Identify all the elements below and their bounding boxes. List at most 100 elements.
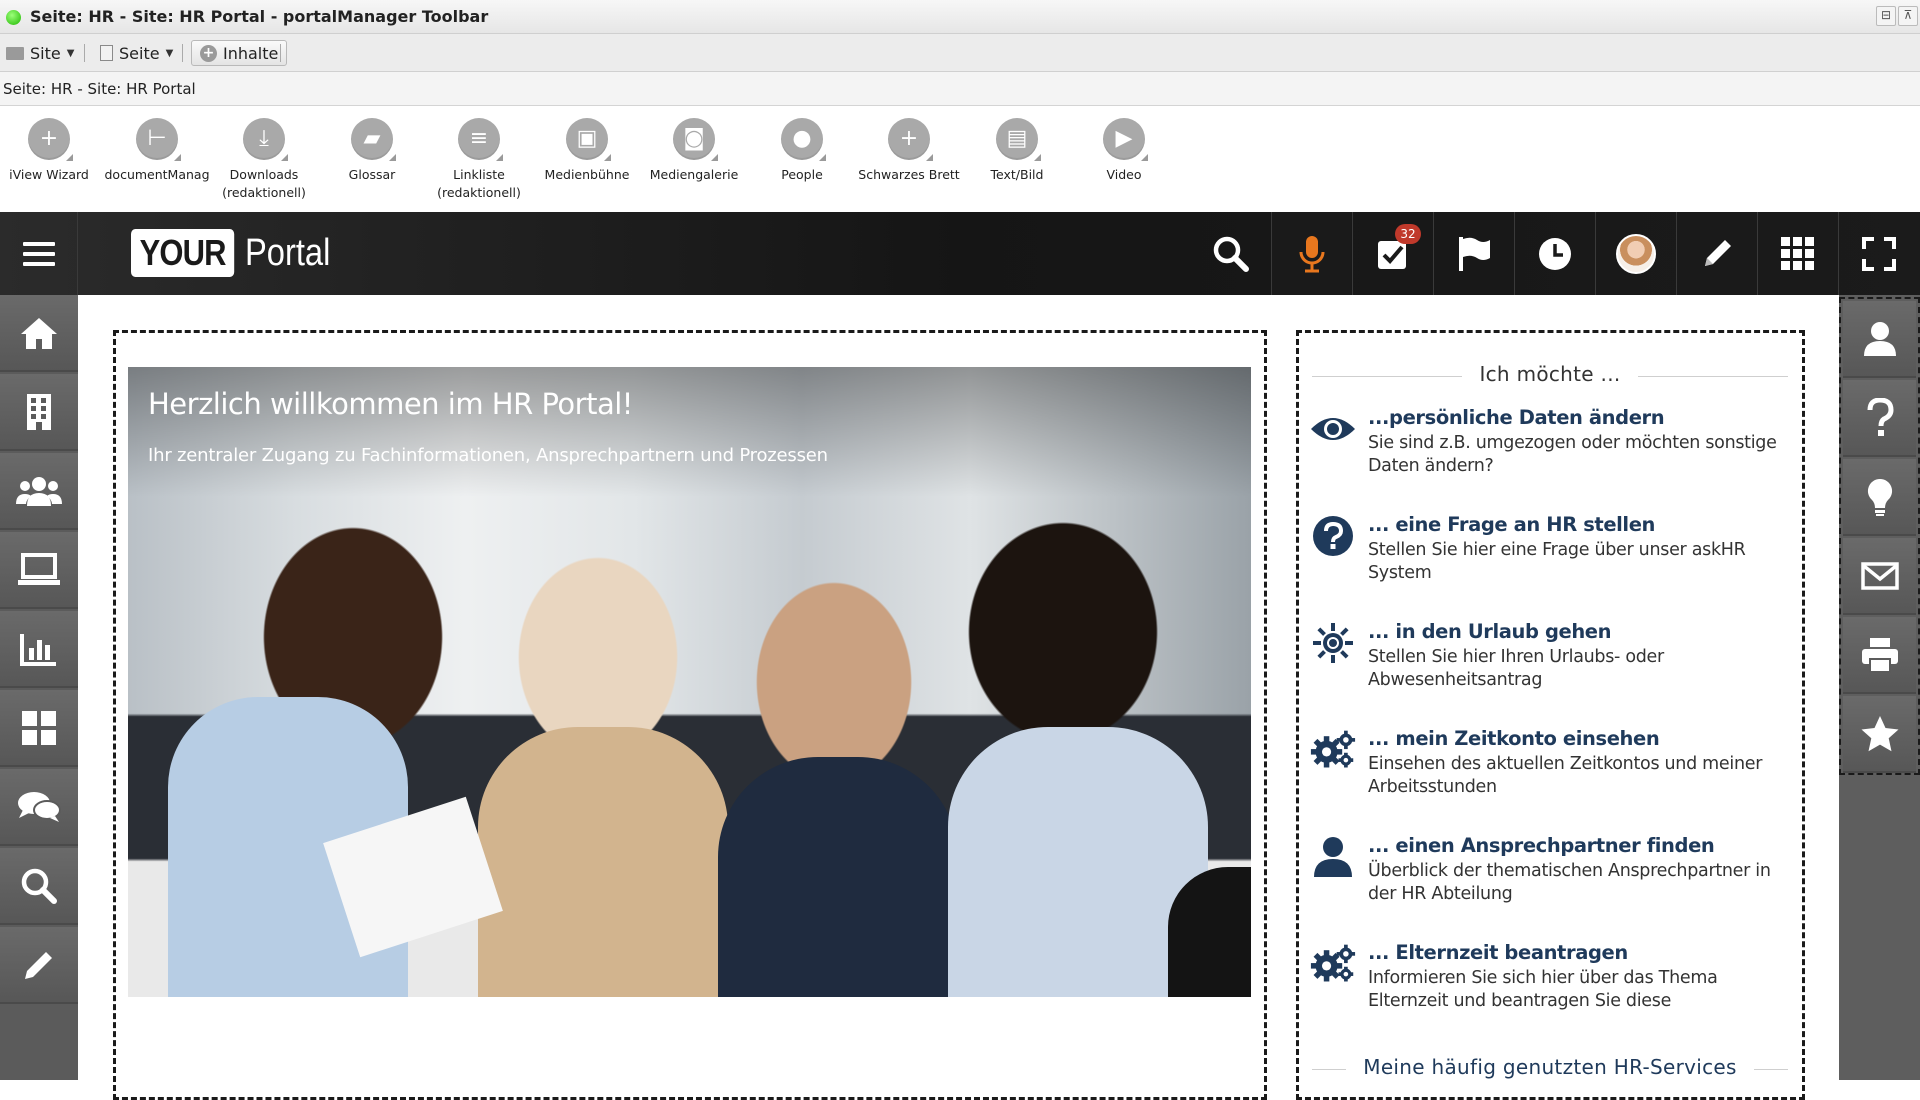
widget-mediengalerie[interactable]: ◙ Mediengalerie <box>641 118 747 184</box>
apps-button[interactable] <box>1757 212 1837 295</box>
hero-image-person <box>718 757 958 997</box>
search-icon <box>21 868 57 904</box>
nav-it[interactable] <box>0 532 78 609</box>
hero-image-person <box>478 727 728 997</box>
content-menu-label: Inhalte <box>223 43 279 63</box>
nav-reports[interactable] <box>0 611 78 688</box>
fullscreen-button[interactable] <box>1838 212 1918 295</box>
widget-video[interactable]: ▶ Video <box>1071 118 1177 184</box>
team-icon <box>16 476 62 506</box>
play-icon: ▶ <box>1103 118 1148 161</box>
quick-actions-heading: Ich möchte ... <box>1312 362 1788 390</box>
action-parental-leave[interactable]: ... Elternzeit beantragen Informieren Si… <box>1310 941 1790 1031</box>
chevron-down-icon: ▼ <box>66 47 75 59</box>
menu-icon[interactable] <box>0 212 78 295</box>
user-icon <box>1863 321 1896 356</box>
nav-edit[interactable] <box>0 927 78 1004</box>
widget-label: Linkliste (redaktionell) <box>437 167 521 200</box>
widget-linkliste[interactable]: ≡ Linkliste (redaktionell) <box>426 118 532 202</box>
nav-home[interactable] <box>0 295 78 372</box>
widget-label: Medienbühne <box>544 167 630 182</box>
minimize-icon[interactable]: ⊟ <box>1876 6 1896 26</box>
widget-label: iView Wizard <box>9 167 89 182</box>
action-change-personal-data[interactable]: ...persönliche Daten ändern Sie sind z.B… <box>1310 406 1790 496</box>
left-navigation <box>0 295 78 1080</box>
question-icon <box>1310 513 1356 559</box>
widget-label: Text/Bild <box>990 167 1044 182</box>
widget-documentmanager[interactable]: ⊢ documentManag <box>104 118 210 184</box>
plus-icon: + <box>888 118 933 161</box>
bookmarks-button[interactable] <box>1433 212 1513 295</box>
action-title[interactable]: ... einen Ansprechpartner finden <box>1368 834 1715 857</box>
tasks-count-badge: 32 <box>1395 224 1421 244</box>
rnav-print[interactable] <box>1843 617 1916 694</box>
action-find-contact[interactable]: ... einen Ansprechpartner finden Überbli… <box>1310 834 1790 924</box>
hero-subtitle: Ihr zentraler Zugang zu Fachinformatione… <box>148 445 828 466</box>
nav-company[interactable] <box>0 374 78 451</box>
widget-schwarzes-brett[interactable]: + Schwarzes Brett <box>856 118 962 184</box>
clock-icon <box>1538 237 1571 270</box>
eye-icon <box>1310 406 1356 452</box>
action-title[interactable]: ... Elternzeit beantragen <box>1368 941 1628 964</box>
chart-icon <box>20 633 56 666</box>
widget-people[interactable]: ● People <box>749 118 855 184</box>
gears-icon <box>1310 727 1356 773</box>
page-menu[interactable]: Seite ▼ <box>96 40 177 66</box>
action-vacation[interactable]: ... in den Urlaub gehen Stellen Sie hier… <box>1310 620 1790 710</box>
site-menu[interactable]: Site ▼ <box>2 40 78 66</box>
nav-team[interactable] <box>0 453 78 530</box>
portal-header: YOUR Portal 32 <box>0 212 1920 295</box>
frequent-services-title: Meine häufig genutzten HR-Services <box>1363 1055 1737 1079</box>
action-title[interactable]: ... eine Frage an HR stellen <box>1368 513 1655 536</box>
tasks-button[interactable]: 32 <box>1352 212 1432 295</box>
separator <box>182 44 183 62</box>
rnav-user[interactable] <box>1843 301 1916 378</box>
lightbulb-icon <box>1867 478 1892 516</box>
widget-glossar[interactable]: ▰ Glossar <box>319 118 425 184</box>
widget-downloads[interactable]: ⤓ Downloads (redaktionell) <box>211 118 317 202</box>
rnav-help[interactable] <box>1843 380 1916 457</box>
nav-search[interactable] <box>0 848 78 925</box>
frequent-services-heading: Meine häufig genutzten HR-Services <box>1312 1055 1788 1081</box>
portal-logo[interactable]: YOUR Portal <box>131 229 344 277</box>
book-icon: ▰ <box>351 118 396 161</box>
nav-chat[interactable] <box>0 769 78 846</box>
logo-box: YOUR <box>131 229 235 277</box>
voice-button[interactable] <box>1271 212 1351 295</box>
nav-dashboard[interactable] <box>0 690 78 767</box>
page-icon <box>100 45 113 61</box>
widget-label: Downloads (redaktionell) <box>222 167 306 200</box>
profile-button[interactable] <box>1595 212 1675 295</box>
hero-banner[interactable]: Herzlich willkommen im HR Portal! Ihr ze… <box>128 367 1251 997</box>
widget-label: Video <box>1106 167 1142 182</box>
widget-iview-wizard[interactable]: + iView Wizard <box>0 118 102 184</box>
action-title[interactable]: ... mein Zeitkonto einsehen <box>1368 727 1660 750</box>
search-button[interactable] <box>1191 212 1271 295</box>
dashboard-icon <box>22 710 56 745</box>
collapse-icon[interactable]: ⊼ <box>1898 6 1918 26</box>
action-time-account[interactable]: ... mein Zeitkonto einsehen Einsehen des… <box>1310 727 1790 817</box>
content-menu-button[interactable]: + Inhalte <box>191 40 288 66</box>
rnav-mail[interactable] <box>1843 538 1916 615</box>
folder-icon <box>6 46 24 60</box>
action-title[interactable]: ...persönliche Daten ändern <box>1368 406 1665 429</box>
rnav-favorites[interactable] <box>1843 696 1916 773</box>
widget-text-bild[interactable]: ▤ Text/Bild <box>964 118 1070 184</box>
chevron-down-icon: ▼ <box>165 47 174 59</box>
pencil-icon <box>25 951 52 979</box>
history-button[interactable] <box>1514 212 1594 295</box>
microphone-icon <box>1299 235 1324 272</box>
rnav-ideas[interactable] <box>1843 459 1916 536</box>
action-title[interactable]: ... in den Urlaub gehen <box>1368 620 1612 643</box>
list-icon: ≡ <box>458 118 503 161</box>
widget-medienbuehne[interactable]: ▣ Medienbühne <box>534 118 640 184</box>
print-icon <box>1861 637 1898 673</box>
plus-icon: + <box>200 44 217 62</box>
action-ask-hr[interactable]: ... eine Frage an HR stellen Stellen Sie… <box>1310 513 1790 603</box>
widget-label: Glossar <box>348 167 396 182</box>
edit-button[interactable] <box>1676 212 1756 295</box>
action-description: Einsehen des aktuellen Zeitkontos und me… <box>1368 754 1763 797</box>
widget-label: People <box>781 167 823 182</box>
page-menu-label: Seite <box>119 43 160 63</box>
image-stage-icon: ▣ <box>566 118 611 161</box>
